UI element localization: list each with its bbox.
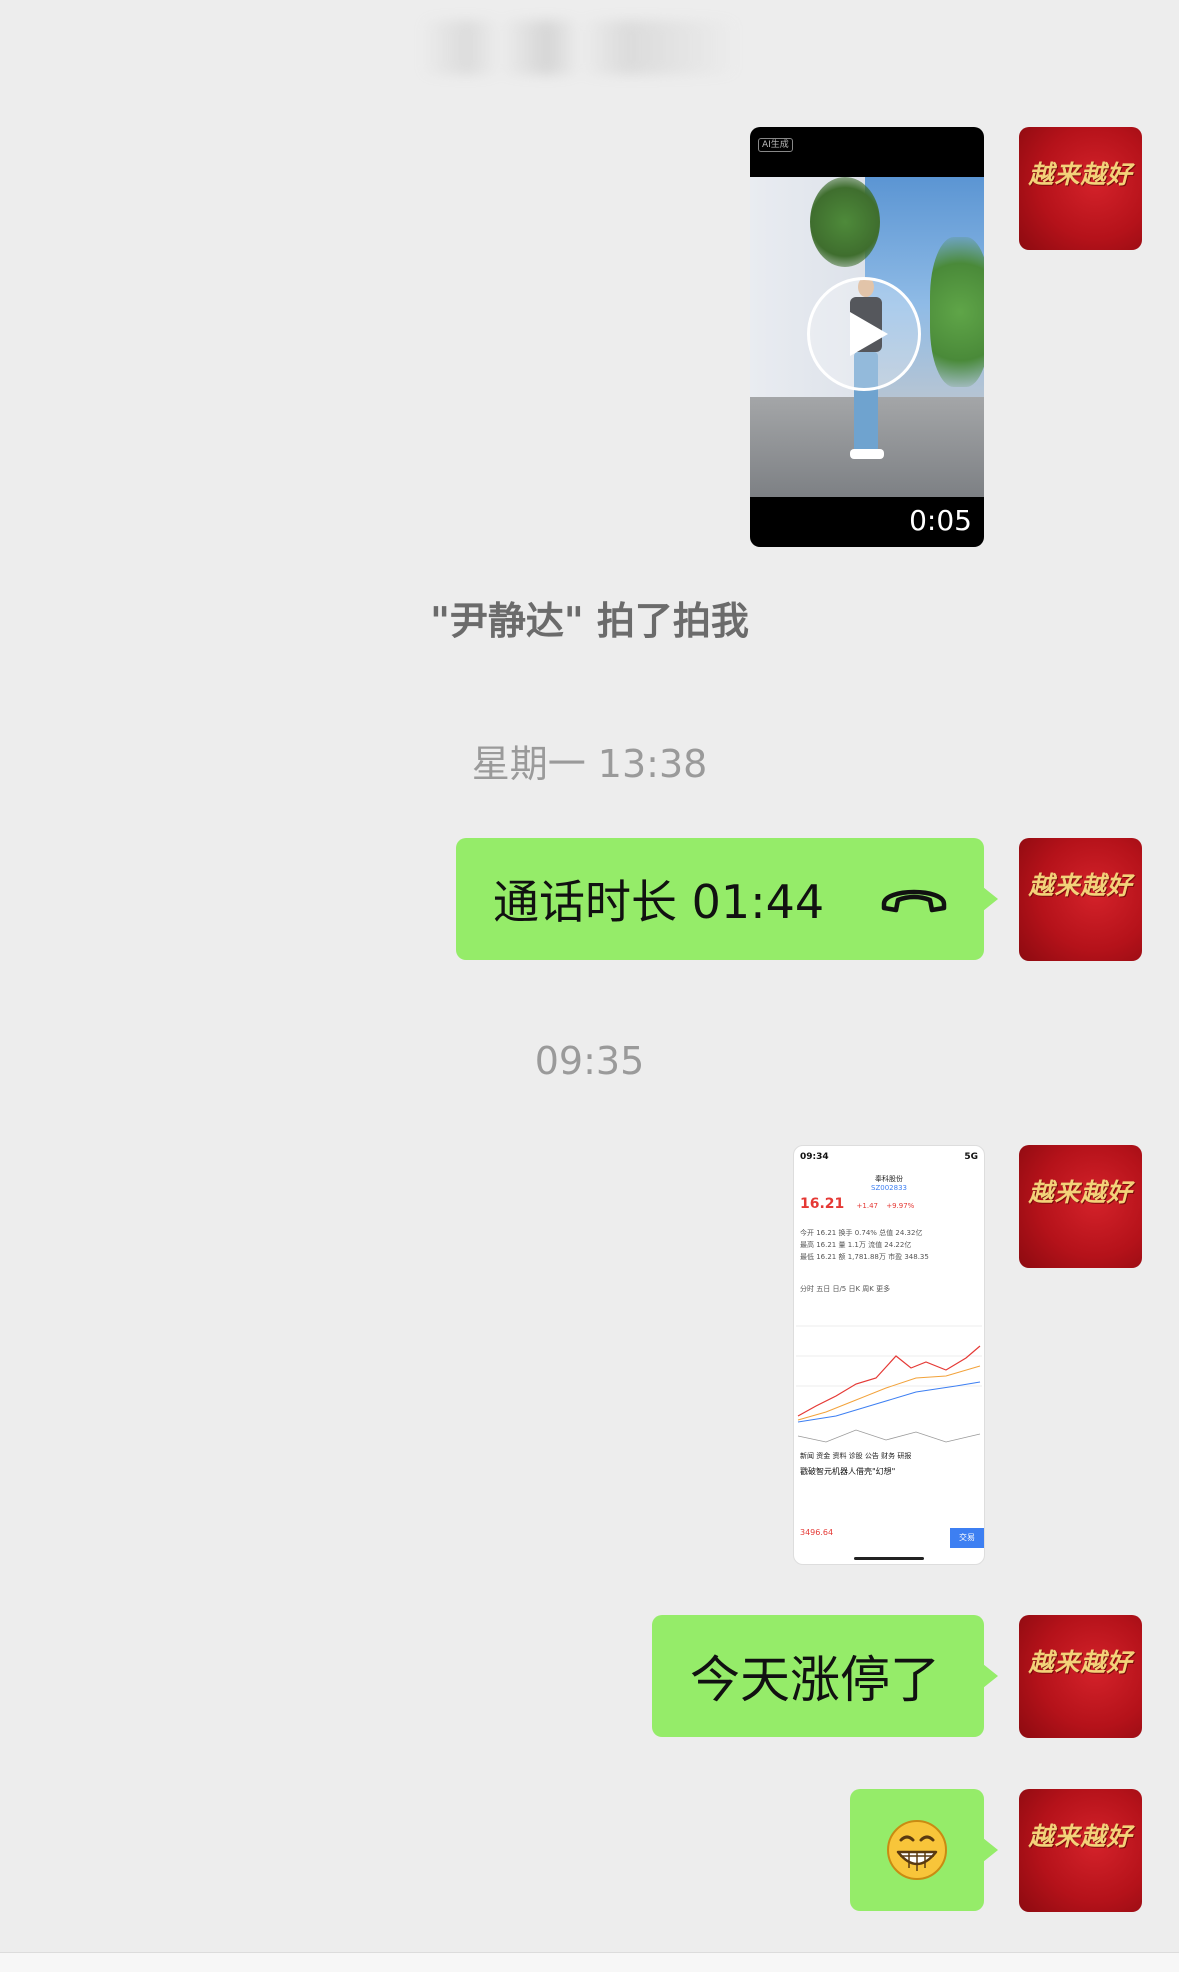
emoji-message-bubble[interactable]: 😁 (850, 1789, 998, 1911)
timestamp: 星期一 13:38 (471, 742, 708, 786)
screenshot-stock-name: 奉科股份 (875, 1175, 903, 1183)
video-message[interactable]: AI生成 0:05 (750, 127, 984, 547)
text-message-bubble[interactable]: 今天涨停了 (652, 1615, 998, 1737)
call-duration-label: 通话时长 01:44 (493, 875, 825, 929)
screenshot-change-pct: +9.97% (886, 1202, 915, 1210)
screenshot-stats: 今开 16.21 换手 0.74% 总值 24.32亿 (800, 1229, 923, 1237)
avatar[interactable]: 越来越好 (1019, 838, 1142, 961)
avatar[interactable]: 越来越好 (1019, 1615, 1142, 1738)
screenshot-price: 16.21 (800, 1196, 845, 1212)
screenshot-stats: 最低 16.21 额 1,781.88万 市盈 348.35 (800, 1253, 929, 1261)
screenshot-kline-chart (796, 1296, 982, 1446)
screenshot-time: 09:34 (800, 1152, 829, 1162)
screenshot-stats: 最高 16.21 量 1.1万 流值 24.22亿 (800, 1241, 912, 1249)
avatar-text: 越来越好 (1028, 1178, 1133, 1207)
avatar[interactable]: 越来越好 (1019, 1789, 1142, 1912)
avatar-text: 越来越好 (1028, 871, 1133, 900)
screenshot-signal: 5G (964, 1152, 978, 1162)
blurred-chat-title (420, 20, 740, 75)
avatar-text: 越来越好 (1028, 160, 1133, 189)
grinning-emoji-icon (887, 1820, 947, 1880)
screenshot-news-tabs: 新闻 资金 资料 诊股 公告 财务 研报 (800, 1452, 912, 1460)
avatar-text: 越来越好 (1028, 1822, 1133, 1851)
play-icon[interactable] (807, 277, 921, 391)
timestamp: 09:35 (534, 1039, 645, 1083)
avatar[interactable]: 越来越好 (1019, 127, 1142, 250)
screenshot-trade-button: 交易 (950, 1528, 984, 1548)
screenshot-chart-tabs: 分时 五日 日/5 日K 周K 更多 (800, 1285, 891, 1293)
avatar[interactable]: 越来越好 (1019, 1145, 1142, 1268)
avatar-text: 越来越好 (1028, 1648, 1133, 1677)
screenshot-home-indicator (854, 1557, 924, 1560)
call-record-bubble[interactable]: 通话时长 01:44 (456, 838, 998, 960)
pat-notice: "尹静达" 拍了拍我 (430, 599, 749, 643)
screenshot-change: +1.47 (856, 1202, 878, 1210)
input-bar-edge (0, 1952, 1179, 1972)
screenshot-stock-code: SZ002833 (871, 1184, 907, 1192)
video-duration: 0:05 (909, 504, 972, 537)
stock-screenshot-image[interactable]: 09:34 5G 奉科股份 SZ002833 16.21 +1.47 +9.97… (793, 1145, 985, 1565)
screenshot-headline: 戳破智元机器人借壳"幻想" (800, 1467, 896, 1476)
message-text: 今天涨停了 (690, 1651, 940, 1709)
phone-hangup-icon (881, 889, 947, 913)
video-ai-tag: AI生成 (758, 138, 793, 152)
